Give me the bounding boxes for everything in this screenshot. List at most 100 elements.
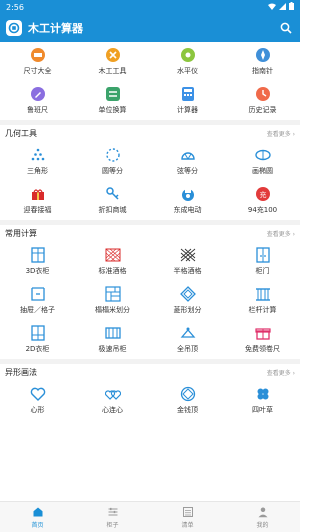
tool-item-label: 免费领卷尺 [245,345,280,353]
section: 异形画法 查看更多 › 心形 心连心 金钱顶 四叶草 [0,359,300,420]
tool-item-label: 水平仪 [177,67,198,75]
tab-sliders[interactable]: 柜子 [75,502,150,532]
recharge-icon: 充 [255,186,271,202]
tool-item-label: 折扣商城 [98,206,127,214]
tool-item[interactable]: 免费领卷尺 [225,320,300,359]
tools-icon [105,47,121,63]
tool-item[interactable]: 折扣商城 [75,181,150,220]
tool-item[interactable]: 四叶草 [225,381,300,420]
tool-item[interactable]: 尺寸大全 [0,42,75,81]
tool-item-label: 单位换算 [98,106,127,114]
search-icon[interactable] [278,20,294,36]
chord-divide-icon [180,147,196,163]
tool-item-label: 三角形 [27,167,48,175]
calculator-icon [180,86,196,102]
tool-item[interactable]: 木工工具 [75,42,150,81]
key-icon [105,186,121,202]
tool-item[interactable]: 东成电动 [150,181,225,220]
see-more-link[interactable]: 查看更多 › [267,129,295,138]
svg-text:充: 充 [259,190,266,199]
tool-item-label: 计算器 [177,106,198,114]
see-more-link[interactable]: 查看更多 › [267,368,295,377]
tool-item[interactable]: 柜门 [225,242,300,281]
diamond-icon [179,286,196,302]
section-header: 常用计算 查看更多 › [0,225,300,242]
tool-item-label: 指南针 [252,67,273,75]
tool-item[interactable]: 栏杆计算 [225,281,300,320]
gift-box-icon [254,325,271,341]
tool-item[interactable]: 圆等分 [75,142,150,181]
see-more-link[interactable]: 查看更多 › [267,229,295,238]
tool-item[interactable]: 全吊顶 [150,320,225,359]
tab-list[interactable]: 清单 [150,502,225,532]
tool-item-label: 半格酒格 [173,267,202,275]
tool-item[interactable]: 迎春接福 [0,181,75,220]
tool-item-label: 榻榻米划分 [95,306,130,314]
section-grid: 3D衣柜 标准酒格 半格酒格 柜门抽屉／格子 榻榻米划分 菱形划分 栏杆计算 2D衣柜 极速吊柜… [0,242,300,359]
tool-item[interactable]: 历史记录 [225,81,300,120]
tab-label: 我的 [256,521,269,529]
home-icon [32,506,44,518]
tool-item[interactable]: 2D衣柜 [0,320,75,359]
tool-item-label: 圆等分 [102,167,123,175]
section-header: 几何工具 查看更多 › [0,125,300,142]
tool-item-label: 心形 [30,406,45,414]
tool-item[interactable]: 心形 [0,381,75,420]
tool-item[interactable]: 金钱顶 [150,381,225,420]
tool-item-label: 2D衣柜 [25,345,50,353]
heart-icon [30,386,46,402]
wardrobe-3d-icon [30,247,46,263]
ruler-icon [30,47,46,63]
bottom-nav: 首页 柜子 清单 我的 [0,501,300,532]
tool-item[interactable]: 极速吊柜 [75,320,150,359]
signal-icon [279,2,286,12]
tab-label: 柜子 [106,521,119,529]
app-title: 木工计算器 [28,22,83,35]
section-title: 常用计算 [5,229,37,238]
section: 常用计算 查看更多 › 3D衣柜 标准酒格 半格酒格 柜门抽屉／格子 榻榻米划分 菱形划分 栏杆… [0,220,300,359]
wardrobe-2d-icon [30,325,46,341]
user-icon [257,506,269,518]
tool-item[interactable]: 画椭圆 [225,142,300,181]
tool-item[interactable]: 水平仪 [150,42,225,81]
history-icon [255,86,271,102]
tool-item[interactable]: 心连心 [75,381,150,420]
section-header: 异形画法 查看更多 › [0,364,300,381]
gift-icon [30,186,46,202]
tool-item[interactable]: 榻榻米划分 [75,281,150,320]
tool-item-label: 柜门 [255,267,270,275]
sliders-icon [107,506,119,518]
tool-item-label: 心连心 [102,406,123,414]
tool-item[interactable]: 标准酒格 [75,242,150,281]
tool-item[interactable]: 鲁班尺 [0,81,75,120]
tool-item[interactable]: 单位换算 [75,81,150,120]
battery-icon [289,2,294,12]
status-bar: 2:56 [0,0,300,14]
tool-item[interactable]: 3D衣柜 [0,242,75,281]
tool-item[interactable]: 指南针 [225,42,300,81]
tool-item[interactable]: 充 94充100 [225,181,300,220]
tool-item[interactable]: 三角形 [0,142,75,181]
tool-item[interactable]: 计算器 [150,81,225,120]
drawer-icon [30,286,46,302]
wine-grid-icon [105,247,121,263]
tool-item[interactable]: 半格酒格 [150,242,225,281]
tool-item-label: 标准酒格 [98,267,127,275]
tool-item-label: 全吊顶 [177,345,198,353]
convert-icon [105,86,121,102]
tool-item[interactable]: 抽屉／格子 [0,281,75,320]
tool-item-label: 弦等分 [177,167,198,175]
tool-item-label: 3D衣柜 [25,267,50,275]
tool-item-label: 极速吊柜 [98,345,127,353]
status-time: 2:56 [6,2,24,12]
tool-item[interactable]: 弦等分 [150,142,225,181]
tool-item[interactable]: 菱形划分 [150,281,225,320]
section: 几何工具 查看更多 › 三角形 圆等分 弦等分 画椭圆迎春接福 折扣商城 东成电动 充 94充10… [0,120,300,220]
tab-user[interactable]: 我的 [225,502,300,532]
tool-item-label: 历史记录 [248,106,277,114]
tool-item-label: 四叶草 [252,406,273,414]
tool-item-label: 菱形划分 [173,306,202,314]
level-icon [180,47,196,63]
tab-home[interactable]: 首页 [0,502,75,532]
section-grid: 三角形 圆等分 弦等分 画椭圆迎春接福 折扣商城 东成电动 充 94充100 [0,142,300,220]
